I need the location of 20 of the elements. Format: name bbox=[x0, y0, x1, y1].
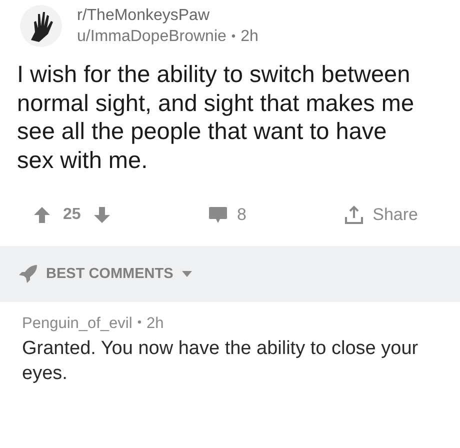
separator-dot: • bbox=[137, 315, 142, 331]
caret-icon bbox=[181, 270, 194, 278]
comment-time: 2h bbox=[146, 315, 164, 333]
comment-icon bbox=[208, 206, 228, 224]
upvote-icon[interactable] bbox=[33, 206, 51, 224]
author-link[interactable]: u/ImmaDopeBrownie bbox=[77, 26, 226, 47]
comment-text: Granted. You now have the ability to close your eyes. bbox=[22, 337, 420, 386]
separator-dot: • bbox=[231, 28, 236, 45]
post-time: 2h bbox=[240, 27, 258, 47]
share-icon bbox=[344, 205, 364, 225]
share-button[interactable]: Share bbox=[344, 205, 418, 225]
comments-button[interactable]: 8 bbox=[208, 205, 246, 225]
hand-icon bbox=[19, 4, 63, 48]
downvote-icon[interactable] bbox=[92, 206, 111, 224]
vote-score: 25 bbox=[63, 206, 81, 224]
post-title: I wish for the ability to switch between normal sight, and sight that makes me see all the people that want to have sex with me. bbox=[16, 60, 416, 174]
sort-dropdown[interactable]: BEST COMMENTS bbox=[18, 264, 194, 284]
rocket-icon bbox=[18, 264, 38, 284]
subreddit-link[interactable]: r/TheMonkeysPaw bbox=[77, 5, 258, 26]
comment-author[interactable]: Penguin_of_evil bbox=[22, 315, 132, 333]
